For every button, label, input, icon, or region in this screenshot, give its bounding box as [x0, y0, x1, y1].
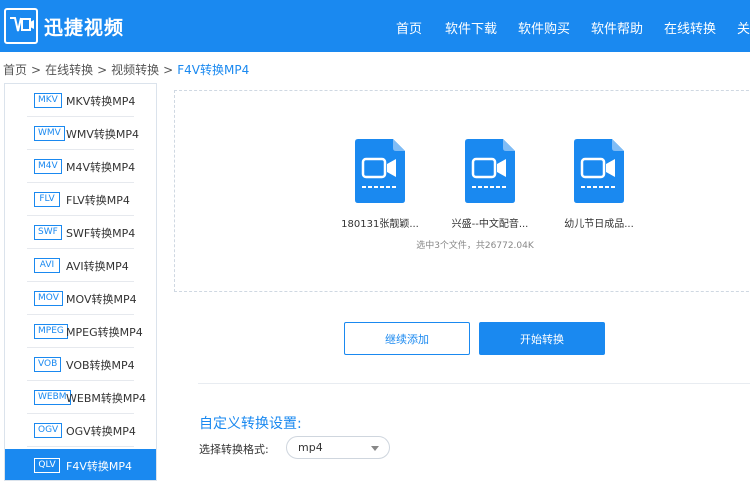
brand-name[interactable]: 迅捷视频	[44, 13, 124, 40]
divider	[27, 446, 134, 447]
format-badge: M4V	[34, 159, 62, 174]
breadcrumb-home[interactable]: 首页	[3, 63, 27, 77]
sidebar-item-swf[interactable]: SWF SWF转换MP4	[5, 216, 156, 249]
nav-home[interactable]: 首页	[396, 18, 422, 37]
format-badge: WMV	[34, 126, 65, 141]
breadcrumb-online-convert[interactable]: 在线转换	[45, 63, 93, 77]
sidebar-item-label: F4V转换MP4	[66, 460, 132, 473]
sidebar-item-label: M4V转换MP4	[66, 161, 136, 174]
format-badge: FLV	[34, 192, 60, 207]
top-header: 迅捷视频 首页 软件下载 软件购买 软件帮助 在线转换 关	[0, 0, 750, 52]
file-drop-area[interactable]: 180131张靓颖... 兴盛--中文配音... 幼儿节日成品... 选中3个文…	[174, 90, 750, 292]
file-name: 兴盛--中文配音...	[451, 219, 529, 230]
breadcrumb-separator: >	[31, 63, 42, 77]
sidebar-item-label: FLV转换MP4	[66, 194, 130, 207]
sidebar-item-f4v[interactable]: QLV F4V转换MP4	[5, 449, 156, 480]
settings-title: 自定义转换设置:	[199, 416, 302, 432]
format-badge: MKV	[34, 93, 62, 108]
video-file-icon	[574, 139, 624, 203]
format-select[interactable]: mp4	[286, 436, 390, 459]
sidebar-item-label: WEBM转换MP4	[66, 392, 146, 405]
sidebar-item-label: WMV转换MP4	[66, 128, 140, 141]
format-sidebar: MKV MKV转换MP4 WMV WMV转换MP4 M4V M4V转换MP4 F…	[4, 83, 157, 481]
video-file-icon	[355, 139, 405, 203]
file-name: 幼儿节日成品...	[564, 219, 634, 230]
video-file-icon	[465, 139, 515, 203]
format-badge: VOB	[34, 357, 62, 372]
chevron-down-icon	[371, 446, 379, 451]
sidebar-item-m4v[interactable]: M4V M4V转换MP4	[5, 150, 156, 183]
sidebar-item-label: SWF转换MP4	[66, 227, 136, 240]
section-divider	[198, 383, 750, 384]
sidebar-item-flv[interactable]: FLV FLV转换MP4	[5, 183, 156, 216]
file-item[interactable]: 兴盛--中文配音...	[440, 139, 540, 230]
nav-about[interactable]: 关	[737, 18, 750, 37]
format-badge: AVI	[34, 258, 60, 273]
sidebar-item-wmv[interactable]: WMV WMV转换MP4	[5, 117, 156, 150]
sidebar-item-mkv[interactable]: MKV MKV转换MP4	[5, 84, 156, 117]
start-convert-button[interactable]: 开始转换	[479, 322, 605, 355]
logo-icon[interactable]	[4, 8, 38, 44]
sidebar-item-label: OGV转换MP4	[66, 425, 136, 438]
breadcrumb: 首页 > 在线转换 > 视频转换 > F4V转换MP4	[3, 61, 249, 78]
breadcrumb-separator: >	[97, 63, 108, 77]
breadcrumb-current: F4V转换MP4	[177, 63, 250, 77]
file-name: 180131张靓颖...	[341, 219, 419, 230]
file-item[interactable]: 幼儿节日成品...	[549, 139, 649, 230]
sidebar-item-label: MPEG转换MP4	[66, 326, 143, 339]
sidebar-item-label: AVI转换MP4	[66, 260, 129, 273]
format-label: 选择转换格式:	[199, 443, 269, 456]
selection-summary: 选中3个文件，共26772.04K	[416, 241, 534, 251]
format-select-value: mp4	[298, 441, 323, 454]
file-item[interactable]: 180131张靓颖...	[330, 139, 430, 230]
nav-software-help[interactable]: 软件帮助	[591, 18, 643, 37]
nav-software-download[interactable]: 软件下载	[445, 18, 497, 37]
sidebar-item-vob[interactable]: VOB VOB转换MP4	[5, 348, 156, 381]
sidebar-item-mov[interactable]: MOV MOV转换MP4	[5, 282, 156, 315]
breadcrumb-video-convert[interactable]: 视频转换	[111, 63, 159, 77]
breadcrumb-separator: >	[163, 63, 174, 77]
sidebar-item-label: VOB转换MP4	[66, 359, 135, 372]
sidebar-item-avi[interactable]: AVI AVI转换MP4	[5, 249, 156, 282]
format-badge: OGV	[34, 423, 63, 438]
format-badge: MOV	[34, 291, 63, 306]
format-badge: QLV	[34, 458, 60, 473]
continue-add-button[interactable]: 继续添加	[344, 322, 470, 355]
sidebar-item-label: MKV转换MP4	[66, 95, 136, 108]
format-badge: SWF	[34, 225, 62, 240]
nav-online-convert[interactable]: 在线转换	[664, 18, 716, 37]
format-badge: MPEG	[34, 324, 68, 339]
sidebar-item-ogv[interactable]: OGV OGV转换MP4	[5, 414, 156, 447]
nav-software-purchase[interactable]: 软件购买	[518, 18, 570, 37]
sidebar-item-mpeg[interactable]: MPEG MPEG转换MP4	[5, 315, 156, 348]
sidebar-item-webm[interactable]: WEBM WEBM转换MP4	[5, 381, 156, 414]
sidebar-item-label: MOV转换MP4	[66, 293, 137, 306]
